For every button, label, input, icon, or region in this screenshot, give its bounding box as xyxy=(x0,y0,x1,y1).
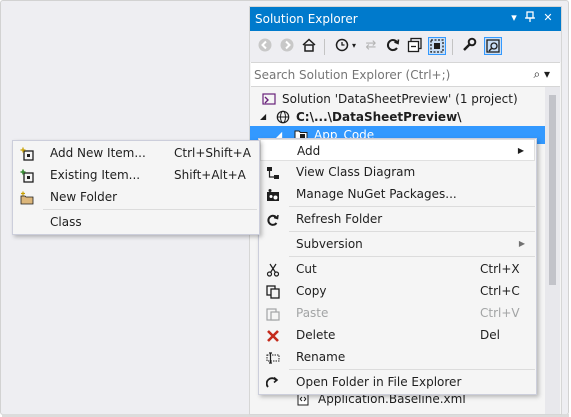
menu-item-shortcut: Ctrl+V xyxy=(480,306,520,320)
menu-item-add[interactable]: Add ▶ xyxy=(260,139,535,161)
menu-item-label: Subversion xyxy=(296,237,363,251)
nuget-icon xyxy=(266,187,280,201)
submenu-item-label: Class xyxy=(50,215,82,229)
menu-item-label: View Class Diagram xyxy=(296,165,416,179)
context-menu: Add ▶ View Class Diagram Manage NuGet Pa… xyxy=(258,138,537,395)
copy-icon xyxy=(266,284,280,299)
new-folder-icon xyxy=(20,190,34,205)
submenu-item-shortcut: Shift+Alt+A xyxy=(174,168,246,182)
submenu-item-new-item[interactable]: Add New Item... Ctrl+Shift+A xyxy=(14,142,258,164)
menu-item-cut[interactable]: Cut Ctrl+X xyxy=(260,258,535,280)
menu-item-paste[interactable]: Paste Ctrl+V xyxy=(260,302,535,324)
solution-explorer-toolbar: ▾ ⇄ xyxy=(250,31,561,62)
project-label: C:\...\DataSheetPreview\ xyxy=(296,110,462,124)
menu-item-refresh-folder[interactable]: Refresh Folder xyxy=(260,208,535,230)
menu-item-label: Rename xyxy=(296,350,346,364)
menu-item-copy[interactable]: Copy Ctrl+C xyxy=(260,280,535,302)
rename-icon xyxy=(266,350,280,364)
menu-item-label: Cut xyxy=(296,262,317,276)
menu-item-label: Manage NuGet Packages... xyxy=(296,187,457,201)
solution-icon xyxy=(262,92,276,106)
search-box[interactable]: ⌕ ▾ xyxy=(251,62,560,87)
refresh-icon xyxy=(266,212,280,226)
menu-item-label: Copy xyxy=(296,284,327,298)
submenu-item-label: Add New Item... xyxy=(50,146,146,160)
search-icon[interactable]: ⌕ ▾ xyxy=(533,67,550,82)
add-submenu: Add New Item... Ctrl+Shift+A Existing It… xyxy=(12,140,260,235)
submenu-arrow-icon: ▶ xyxy=(517,146,524,155)
back-icon[interactable] xyxy=(256,37,274,55)
home-icon[interactable] xyxy=(300,37,318,55)
submenu-item-label: New Folder xyxy=(50,190,118,204)
menu-item-label: Add xyxy=(297,144,321,158)
menu-item-open-folder[interactable]: Open Folder in File Explorer xyxy=(260,371,535,393)
menu-item-label: Open Folder in File Explorer xyxy=(296,375,462,389)
submenu-arrow-icon: ▶ xyxy=(518,239,525,248)
new-item-icon xyxy=(20,146,34,161)
menu-item-view-class-diagram[interactable]: View Class Diagram xyxy=(260,161,535,183)
menu-item-shortcut: Del xyxy=(480,328,500,342)
submenu-item-existing-item[interactable]: Existing Item... Shift+Alt+A xyxy=(14,164,258,186)
globe-icon xyxy=(276,110,290,124)
menu-item-label: Delete xyxy=(296,328,336,342)
filter-dropdown-icon[interactable]: ▾ xyxy=(350,37,358,55)
solution-label: Solution 'DataSheetPreview' (1 project) xyxy=(282,92,518,106)
existing-item-icon xyxy=(20,168,34,183)
forward-icon[interactable] xyxy=(278,37,296,55)
refresh-icon[interactable] xyxy=(384,37,402,55)
menu-item-delete[interactable]: Delete Del xyxy=(260,324,535,346)
panel-title: Solution Explorer xyxy=(255,12,358,26)
properties-icon[interactable] xyxy=(460,37,478,55)
submenu-item-label: Existing Item... xyxy=(50,168,141,182)
menu-item-manage-nuget[interactable]: Manage NuGet Packages... xyxy=(260,183,535,205)
menu-item-shortcut: Ctrl+C xyxy=(480,284,520,298)
menu-item-rename[interactable]: Rename xyxy=(260,346,535,368)
submenu-item-class[interactable]: Class xyxy=(14,211,258,233)
scrollbar-thumb[interactable] xyxy=(549,95,556,285)
menu-item-label: Refresh Folder xyxy=(296,212,383,226)
solution-explorer-title-bar: Solution Explorer ▾ ✕ xyxy=(250,7,561,31)
submenu-item-new-folder[interactable]: New Folder xyxy=(14,186,258,208)
close-icon[interactable]: ✕ xyxy=(541,11,555,25)
vertical-scrollbar[interactable] xyxy=(545,87,560,414)
tree-item-project[interactable]: ◢ C:\...\DataSheetPreview\ xyxy=(250,108,545,126)
expanded-arrow-icon[interactable]: ◢ xyxy=(260,110,274,124)
menu-item-shortcut: Ctrl+X xyxy=(480,262,520,276)
redo-arrow-icon xyxy=(265,375,280,389)
submenu-item-shortcut: Ctrl+Shift+A xyxy=(174,146,251,160)
menu-item-subversion[interactable]: Subversion ▶ xyxy=(260,233,535,255)
preview-selected-items-icon[interactable] xyxy=(484,37,502,55)
scissors-icon xyxy=(266,262,280,277)
paste-icon xyxy=(266,306,280,321)
collapse-all-icon[interactable] xyxy=(406,37,424,55)
search-input[interactable] xyxy=(254,66,524,84)
tree-item-solution[interactable]: Solution 'DataSheetPreview' (1 project) xyxy=(250,90,545,108)
dropdown-icon[interactable]: ▾ xyxy=(507,11,521,25)
show-all-files-icon[interactable] xyxy=(428,37,446,55)
class-diagram-icon xyxy=(266,165,280,179)
delete-x-icon xyxy=(266,328,280,342)
sync-with-document-icon[interactable]: ⇄ xyxy=(362,37,380,55)
menu-item-label: Paste xyxy=(296,306,329,320)
pin-icon[interactable] xyxy=(523,11,537,25)
